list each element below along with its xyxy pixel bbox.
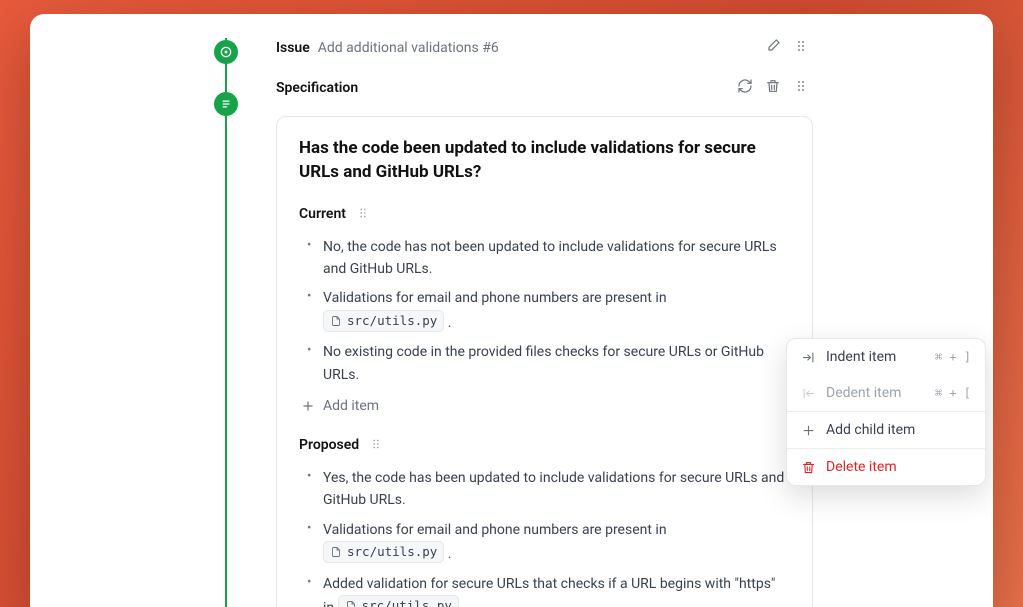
- issue-title: Add additional validations #6: [318, 40, 499, 56]
- specification-question: Has the code been updated to include val…: [299, 137, 790, 185]
- delete-item-menu[interactable]: Delete item: [787, 449, 985, 485]
- issue-label: Issue: [276, 40, 310, 56]
- content-area: Issue Add additional validations #6 Spec…: [30, 38, 993, 607]
- drag-handle-icon[interactable]: [356, 205, 370, 224]
- trash-icon[interactable]: [765, 78, 781, 98]
- refresh-icon[interactable]: [737, 78, 753, 98]
- specification-card: Has the code been updated to include val…: [276, 116, 813, 607]
- add-item-button[interactable]: Add item: [299, 394, 790, 418]
- proposed-section-header: Proposed: [299, 436, 790, 455]
- indent-item-menu[interactable]: Indent item ⌘ + ]: [787, 339, 985, 375]
- list-item[interactable]: Yes, the code has been updated to includ…: [301, 467, 790, 512]
- app-window: Issue Add additional validations #6 Spec…: [30, 14, 993, 607]
- dedent-item-menu: Dedent item ⌘ + [: [787, 375, 985, 411]
- drag-handle-icon[interactable]: [369, 436, 383, 455]
- current-label: Current: [299, 206, 346, 222]
- current-list: No, the code has not been updated to inc…: [299, 236, 790, 386]
- file-chip[interactable]: src/utils.py: [323, 541, 444, 563]
- context-menu: Indent item ⌘ + ] Dedent item ⌘ + [ Add …: [786, 338, 986, 486]
- add-child-item-menu[interactable]: Add child item: [787, 412, 985, 448]
- list-item[interactable]: Added validation for secure URLs that ch…: [301, 573, 790, 607]
- proposed-list: Yes, the code has been updated to includ…: [299, 467, 790, 607]
- specification-row: Specification Has the code been updated …: [248, 70, 813, 607]
- specification-label: Specification: [276, 80, 358, 96]
- list-item[interactable]: Validations for email and phone numbers …: [301, 519, 790, 566]
- drag-handle-icon[interactable]: [793, 78, 809, 98]
- drag-handle-icon[interactable]: [793, 38, 809, 58]
- edit-icon[interactable]: [765, 38, 781, 58]
- list-item[interactable]: No, the code has not been updated to inc…: [301, 236, 790, 281]
- issue-row: Issue Add additional validations #6: [248, 38, 813, 70]
- list-item[interactable]: No existing code in the provided files c…: [301, 341, 790, 386]
- file-chip[interactable]: src/utils.py: [323, 310, 444, 332]
- file-chip[interactable]: src/utils.py: [338, 595, 459, 607]
- timeline-line: [225, 38, 227, 607]
- list-item[interactable]: Validations for email and phone numbers …: [301, 287, 790, 334]
- current-section-header: Current: [299, 205, 790, 224]
- specification-node-icon: [214, 92, 238, 116]
- issue-node-icon: [214, 40, 238, 64]
- proposed-label: Proposed: [299, 437, 359, 453]
